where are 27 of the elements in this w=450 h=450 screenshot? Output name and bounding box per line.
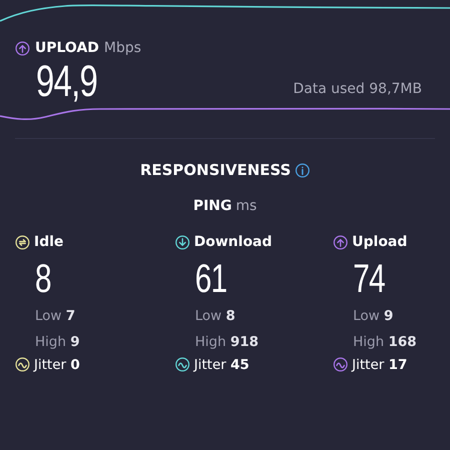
low-value-text: Low 9: [353, 308, 394, 324]
low-value-text: Low 7: [35, 308, 76, 324]
unit-label: Mbps: [104, 38, 142, 58]
upload-icon: [15, 40, 30, 56]
ping-label: PING: [193, 196, 232, 216]
jitter-icon: [15, 357, 30, 372]
upload-label: UPLOAD: [35, 38, 100, 58]
low-value-text: Low 8: [195, 308, 236, 324]
unit-label: ms: [236, 196, 257, 216]
data-used-text: Data used 98,7MB: [293, 80, 422, 99]
ping-value: 74: [353, 256, 385, 300]
metric-label: Download: [194, 233, 272, 252]
ping-value: 8: [35, 256, 51, 300]
jitter-icon: [175, 357, 190, 372]
metric-label: Upload: [352, 233, 408, 252]
metric-label: Idle: [34, 233, 64, 252]
high-value-text: High 168: [353, 334, 417, 350]
high-value-text: High 918: [195, 334, 259, 350]
jitter-text: Jitter 0: [34, 356, 80, 374]
jitter-icon: [333, 357, 348, 372]
high-value-text: High 9: [35, 334, 80, 350]
jitter-text: Jitter 17: [352, 356, 408, 374]
upload-speed-value: 94,9: [36, 60, 98, 104]
jitter-text: Jitter 45: [194, 356, 250, 374]
section-title: RESPONSIVENESS: [140, 160, 291, 181]
info-icon[interactable]: [294, 162, 310, 178]
ping-value: 61: [195, 256, 227, 300]
